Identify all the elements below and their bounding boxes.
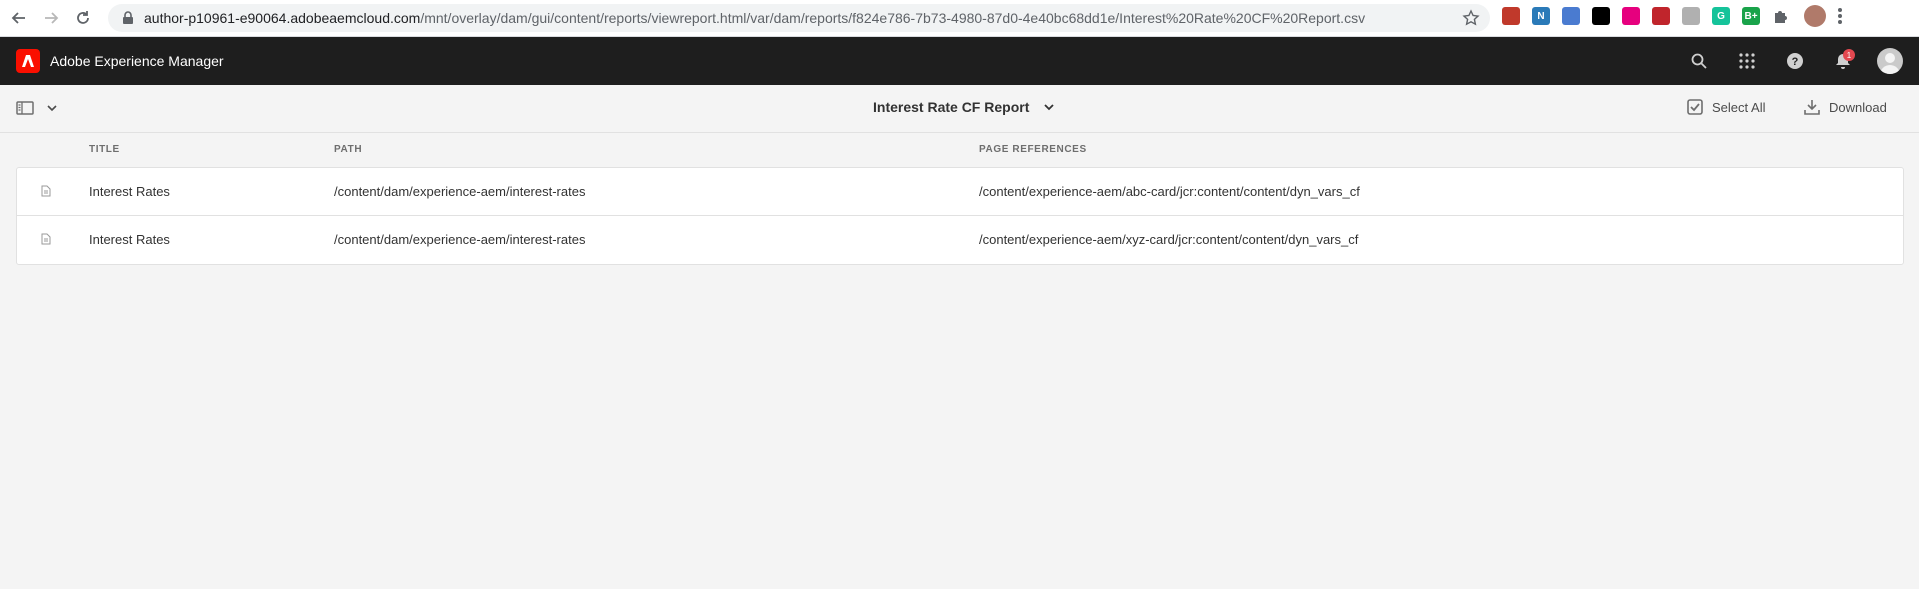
cell-path: /content/dam/experience-aem/interest-rat… [334, 184, 586, 199]
circle-extension-icon[interactable] [1562, 7, 1580, 25]
select-all-checkbox-icon [1687, 99, 1703, 115]
extensions-puzzle-icon[interactable] [1772, 7, 1790, 25]
spy-extension-icon[interactable] [1592, 7, 1610, 25]
notifications-bell-icon[interactable]: 1 [1819, 37, 1867, 85]
red-square-extension-icon[interactable] [1652, 7, 1670, 25]
browser-toolbar: author-p10961-e90064.adobeaemcloud.com/m… [0, 0, 1919, 37]
column-header-page-references[interactable]: Page References [979, 144, 1087, 155]
bookmark-star-icon[interactable] [1462, 9, 1480, 27]
rail-panel-icon [16, 101, 34, 115]
download-icon [1804, 100, 1820, 115]
cell-path: /content/dam/experience-aem/interest-rat… [334, 232, 586, 247]
url-host: author-p10961-e90064.adobeaemcloud.com [144, 10, 421, 26]
cell-page-references: /content/experience-aem/abc-card/jcr:con… [979, 184, 1360, 199]
b-plus-extension-icon[interactable]: B+ [1742, 7, 1760, 25]
avatar-body [1880, 65, 1900, 74]
column-header-path[interactable]: Path [334, 144, 362, 155]
cell-title: Interest Rates [89, 184, 170, 199]
table-row[interactable]: Interest Rates /content/dam/experience-a… [17, 216, 1903, 264]
content-fragment-icon [41, 233, 51, 245]
user-avatar[interactable] [1877, 48, 1903, 74]
address-bar[interactable]: author-p10961-e90064.adobeaemcloud.com/m… [108, 4, 1490, 32]
forward-icon[interactable] [38, 5, 64, 31]
report-title: Interest Rate CF Report [873, 99, 1030, 115]
url-path: /mnt/overlay/dam/gui/content/reports/vie… [420, 10, 1366, 26]
column-header-title[interactable]: Title [89, 144, 120, 155]
chevron-down-icon [47, 105, 57, 112]
avatar-head [1885, 53, 1895, 63]
action-bar: Interest Rate CF Report Select All Downl… [0, 85, 1919, 133]
content-fragment-icon [41, 185, 51, 197]
search-icon[interactable] [1675, 37, 1723, 85]
adobe-logo-icon[interactable] [16, 49, 40, 73]
feather-extension-icon[interactable] [1682, 7, 1700, 25]
download-label: Download [1829, 99, 1887, 115]
apps-grid-icon[interactable] [1723, 37, 1771, 85]
help-icon[interactable]: ? [1771, 37, 1819, 85]
n-extension-icon[interactable]: N [1532, 7, 1550, 25]
pen-extension-icon[interactable] [1502, 7, 1520, 25]
cell-page-references: /content/experience-aem/xyz-card/jcr:con… [979, 232, 1359, 247]
select-all-button[interactable]: Select All [1686, 98, 1765, 116]
reload-icon[interactable] [70, 5, 96, 31]
grammarly-extension-icon[interactable]: G [1712, 7, 1730, 25]
report-title-dropdown[interactable]: Interest Rate CF Report [873, 99, 1055, 115]
shell-header: Adobe Experience Manager ? 1 [0, 37, 1919, 85]
browser-profile-avatar[interactable] [1804, 5, 1826, 27]
select-all-label: Select All [1712, 99, 1766, 115]
browser-menu-icon[interactable] [1838, 8, 1842, 24]
shell-actions: ? 1 [1675, 37, 1919, 85]
rail-toggle-button[interactable] [16, 99, 58, 117]
notification-count-badge: 1 [1843, 49, 1855, 61]
report-table: Interest Rates /content/dam/experience-a… [16, 167, 1904, 265]
chevron-down-icon [1044, 104, 1054, 111]
lock-icon [123, 11, 133, 24]
cell-title: Interest Rates [89, 232, 170, 247]
extensions-bar: N G B+ [1502, 5, 1842, 27]
product-name[interactable]: Adobe Experience Manager [50, 53, 224, 69]
eye-extension-icon[interactable] [1622, 7, 1640, 25]
url-text: author-p10961-e90064.adobeaemcloud.com/m… [144, 10, 1365, 26]
download-button[interactable]: Download [1803, 98, 1887, 116]
svg-text:?: ? [1792, 56, 1799, 68]
table-row[interactable]: Interest Rates /content/dam/experience-a… [17, 168, 1903, 216]
table-header: Title Path Page References [16, 140, 1904, 166]
back-icon[interactable] [6, 5, 32, 31]
